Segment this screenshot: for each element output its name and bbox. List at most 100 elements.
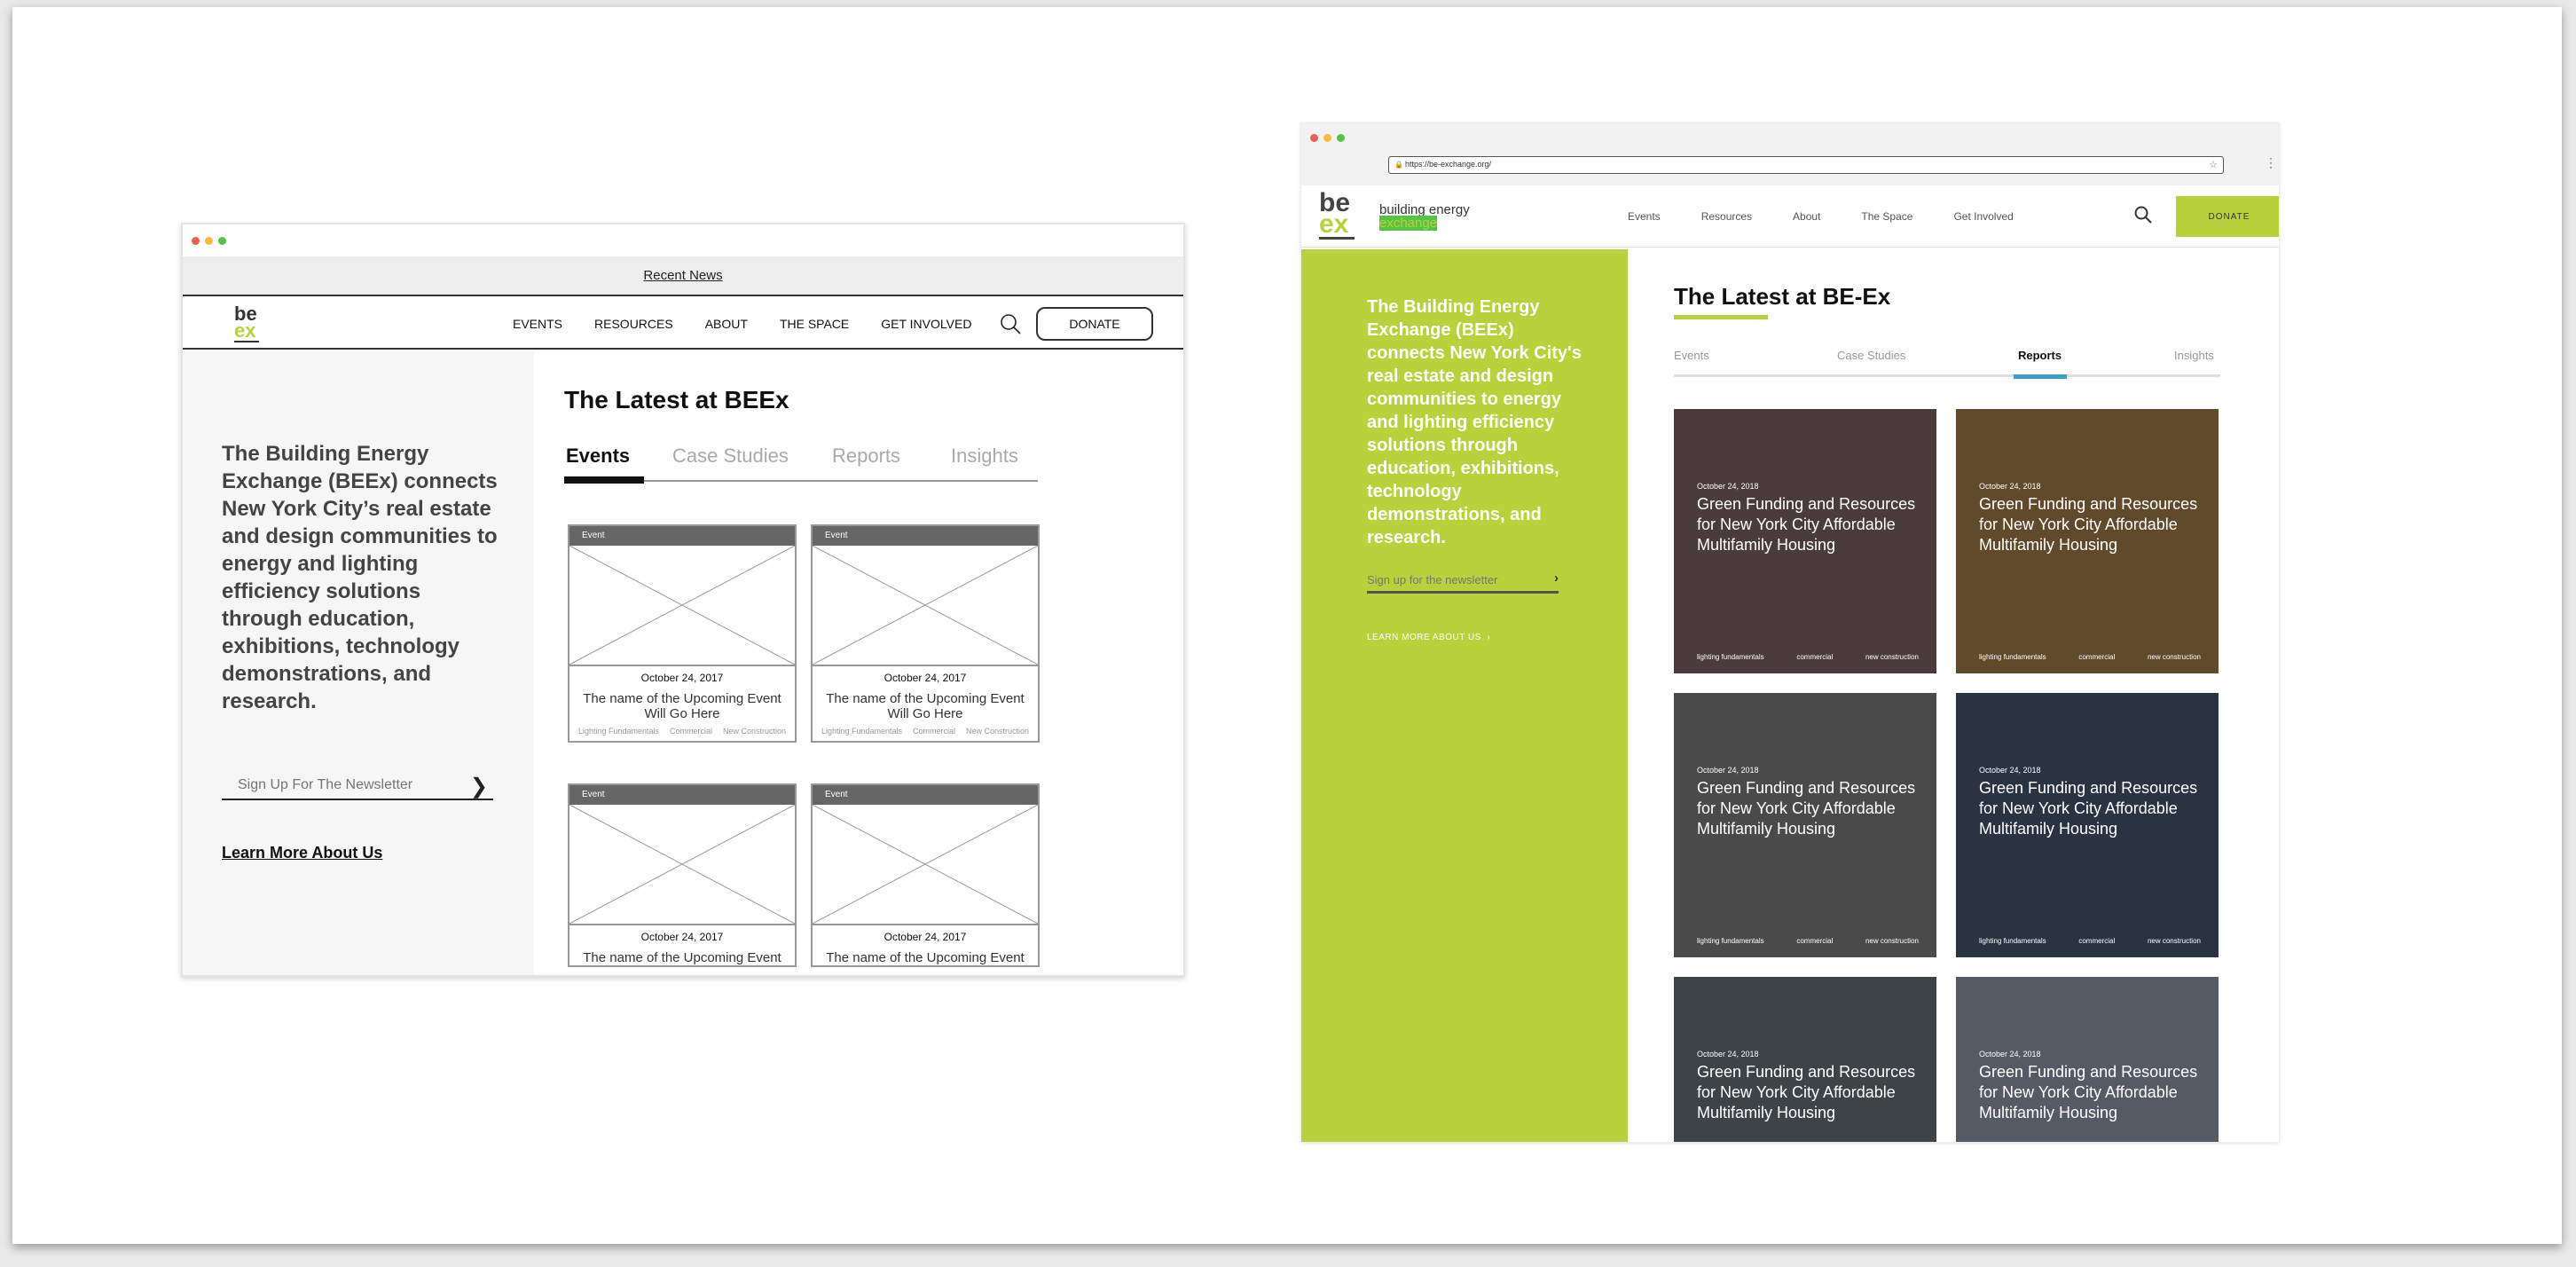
event-card[interactable]: Event October 24, 2017 The name of the U… — [568, 524, 797, 743]
donate-button[interactable]: DONATE — [1036, 307, 1153, 341]
image-placeholder — [569, 546, 795, 666]
tag[interactable]: commercial — [1796, 653, 1833, 661]
tab-case-studies[interactable]: Case Studies — [1837, 349, 1905, 362]
url-text: https://be-exchange.org/ — [1405, 160, 1492, 169]
tab-reports[interactable]: Reports — [832, 445, 900, 468]
tag[interactable]: Commercial — [913, 727, 955, 736]
report-card[interactable]: October 24, 2018 Green Funding and Resou… — [1956, 693, 2219, 957]
browser-menu-icon[interactable]: ⋮ — [2265, 155, 2277, 170]
newsletter-input[interactable] — [238, 777, 459, 793]
nav-the-space[interactable]: THE SPACE — [780, 317, 849, 331]
card-title: Green Funding and Resources for New York… — [1697, 779, 1916, 838]
tag[interactable]: Lighting Fundamentals — [578, 727, 659, 736]
brand-name: building energy exchange — [1379, 203, 1470, 231]
learn-more-link[interactable]: LEARN MORE ABOUT US › — [1367, 633, 1490, 642]
card-date: October 24, 2017 — [640, 931, 724, 943]
card-date: October 24, 2018 — [1697, 1050, 1759, 1058]
recent-news-link[interactable]: Recent News — [643, 268, 722, 283]
nav-about[interactable]: ABOUT — [705, 317, 748, 331]
card-title: The name of the Upcoming Event — [826, 950, 1025, 965]
address-bar[interactable]: 🔒 https://be-exchange.org/ ☆ — [1388, 156, 2224, 174]
learn-more-link[interactable]: Learn More About Us — [222, 844, 382, 862]
minimize-window-icon[interactable] — [205, 237, 213, 245]
card-date: October 24, 2017 — [884, 931, 967, 943]
main-menu: EVENTS RESOURCES ABOUT THE SPACE GET INV… — [513, 317, 971, 331]
maximize-window-icon[interactable] — [1337, 134, 1345, 142]
card-title: Green Funding and Resources for New York… — [1979, 779, 2198, 838]
minimize-window-icon[interactable] — [1323, 134, 1331, 142]
intro-text: The Building Energy Exchange (BEEx) conn… — [1367, 297, 1582, 547]
tag[interactable]: new construction — [1865, 653, 1919, 661]
logo[interactable]: be ex — [1319, 190, 1355, 240]
active-tab-indicator — [2014, 374, 2067, 379]
site-header: be ex building energy exchange Events Re… — [1301, 185, 2279, 248]
event-card[interactable]: Event October 24, 2017 The name of the U… — [811, 524, 1040, 743]
tab-case-studies[interactable]: Case Studies — [672, 445, 789, 468]
card-date: October 24, 2017 — [884, 672, 967, 684]
tag[interactable]: Commercial — [670, 727, 712, 736]
nav-events[interactable]: Events — [1628, 210, 1661, 223]
search-icon[interactable] — [999, 312, 1022, 335]
nav-resources[interactable]: RESOURCES — [594, 317, 673, 331]
card-title: The name of the Upcoming Event — [583, 950, 781, 965]
close-window-icon[interactable] — [1310, 134, 1318, 142]
tag[interactable]: new construction — [1865, 937, 1919, 945]
card-title: Green Funding and Resources for New York… — [1697, 1063, 1916, 1121]
tag[interactable]: new construction — [2148, 937, 2201, 945]
card-label: Event — [569, 785, 795, 805]
nav-the-space[interactable]: The Space — [1861, 210, 1912, 223]
newsletter-input[interactable] — [1367, 573, 1527, 586]
card-label: Event — [813, 526, 1038, 546]
card-date: October 24, 2018 — [1979, 1050, 2041, 1058]
tag[interactable]: commercial — [1796, 937, 1833, 945]
tab-events[interactable]: Events — [1674, 349, 1709, 362]
image-placeholder — [569, 805, 795, 925]
search-icon[interactable] — [2133, 205, 2153, 224]
tag[interactable]: lighting fundamentals — [1979, 937, 2046, 945]
report-card[interactable]: October 24, 2018 Green Funding and Resou… — [1956, 977, 2219, 1142]
event-card[interactable]: Event October 24, 2017 The name of the U… — [568, 783, 797, 967]
report-card[interactable]: October 24, 2018 Green Funding and Resou… — [1956, 409, 2219, 673]
tab-events[interactable]: Events — [566, 445, 630, 468]
nav-events[interactable]: EVENTS — [513, 317, 562, 331]
logo-ex: ex — [234, 319, 256, 342]
bookmark-star-icon[interactable]: ☆ — [2209, 159, 2218, 170]
donate-button[interactable]: DONATE — [2176, 196, 2279, 237]
newsletter-signup: › — [1367, 571, 1559, 594]
card-date: October 24, 2018 — [1697, 482, 1759, 491]
tag[interactable]: New Construction — [723, 727, 786, 736]
report-card[interactable]: October 24, 2018 Green Funding and Resou… — [1674, 693, 1936, 957]
maximize-window-icon[interactable] — [218, 237, 226, 245]
tag[interactable]: commercial — [2078, 937, 2115, 945]
report-card[interactable]: October 24, 2018 Green Funding and Resou… — [1674, 409, 1936, 673]
nav-resources[interactable]: Resources — [1701, 210, 1752, 223]
tag[interactable]: lighting fundamentals — [1979, 653, 2046, 661]
chevron-right-icon[interactable]: ❯ — [470, 774, 488, 799]
tag[interactable]: Lighting Fundamentals — [821, 727, 902, 736]
learn-more-label: LEARN MORE ABOUT US — [1367, 633, 1481, 642]
logo[interactable]: be ex — [234, 304, 259, 342]
tag[interactable]: new construction — [2148, 653, 2201, 661]
nav-about[interactable]: About — [1793, 210, 1820, 223]
tag[interactable]: commercial — [2078, 653, 2115, 661]
nav-get-involved[interactable]: Get Involved — [1953, 210, 2013, 223]
tab-insights[interactable]: Insights — [951, 445, 1018, 468]
tab-insights[interactable]: Insights — [2174, 349, 2214, 362]
event-card[interactable]: Event October 24, 2017 The name of the U… — [811, 783, 1040, 967]
heading-underline — [1674, 315, 1768, 319]
close-window-icon[interactable] — [192, 237, 200, 245]
tab-reports[interactable]: Reports — [2018, 349, 2062, 362]
card-label: Event — [813, 785, 1038, 805]
chevron-right-icon[interactable]: › — [1554, 571, 1559, 586]
wireframe-window: Recent News be ex EVENTS RESOURCES ABOUT… — [181, 223, 1185, 977]
tag[interactable]: New Construction — [966, 727, 1029, 736]
tag[interactable]: lighting fundamentals — [1697, 937, 1764, 945]
tag[interactable]: lighting fundamentals — [1697, 653, 1764, 661]
image-placeholder — [813, 546, 1038, 666]
card-date: October 24, 2018 — [1979, 766, 2041, 775]
report-card[interactable]: October 24, 2018 Green Funding and Resou… — [1674, 977, 1936, 1142]
newsletter-signup: ❯ — [222, 774, 493, 800]
card-label: Event — [569, 526, 795, 546]
nav-get-involved[interactable]: GET INVOLVED — [881, 317, 971, 331]
main-menu: Events Resources About The Space Get Inv… — [1628, 210, 2014, 223]
